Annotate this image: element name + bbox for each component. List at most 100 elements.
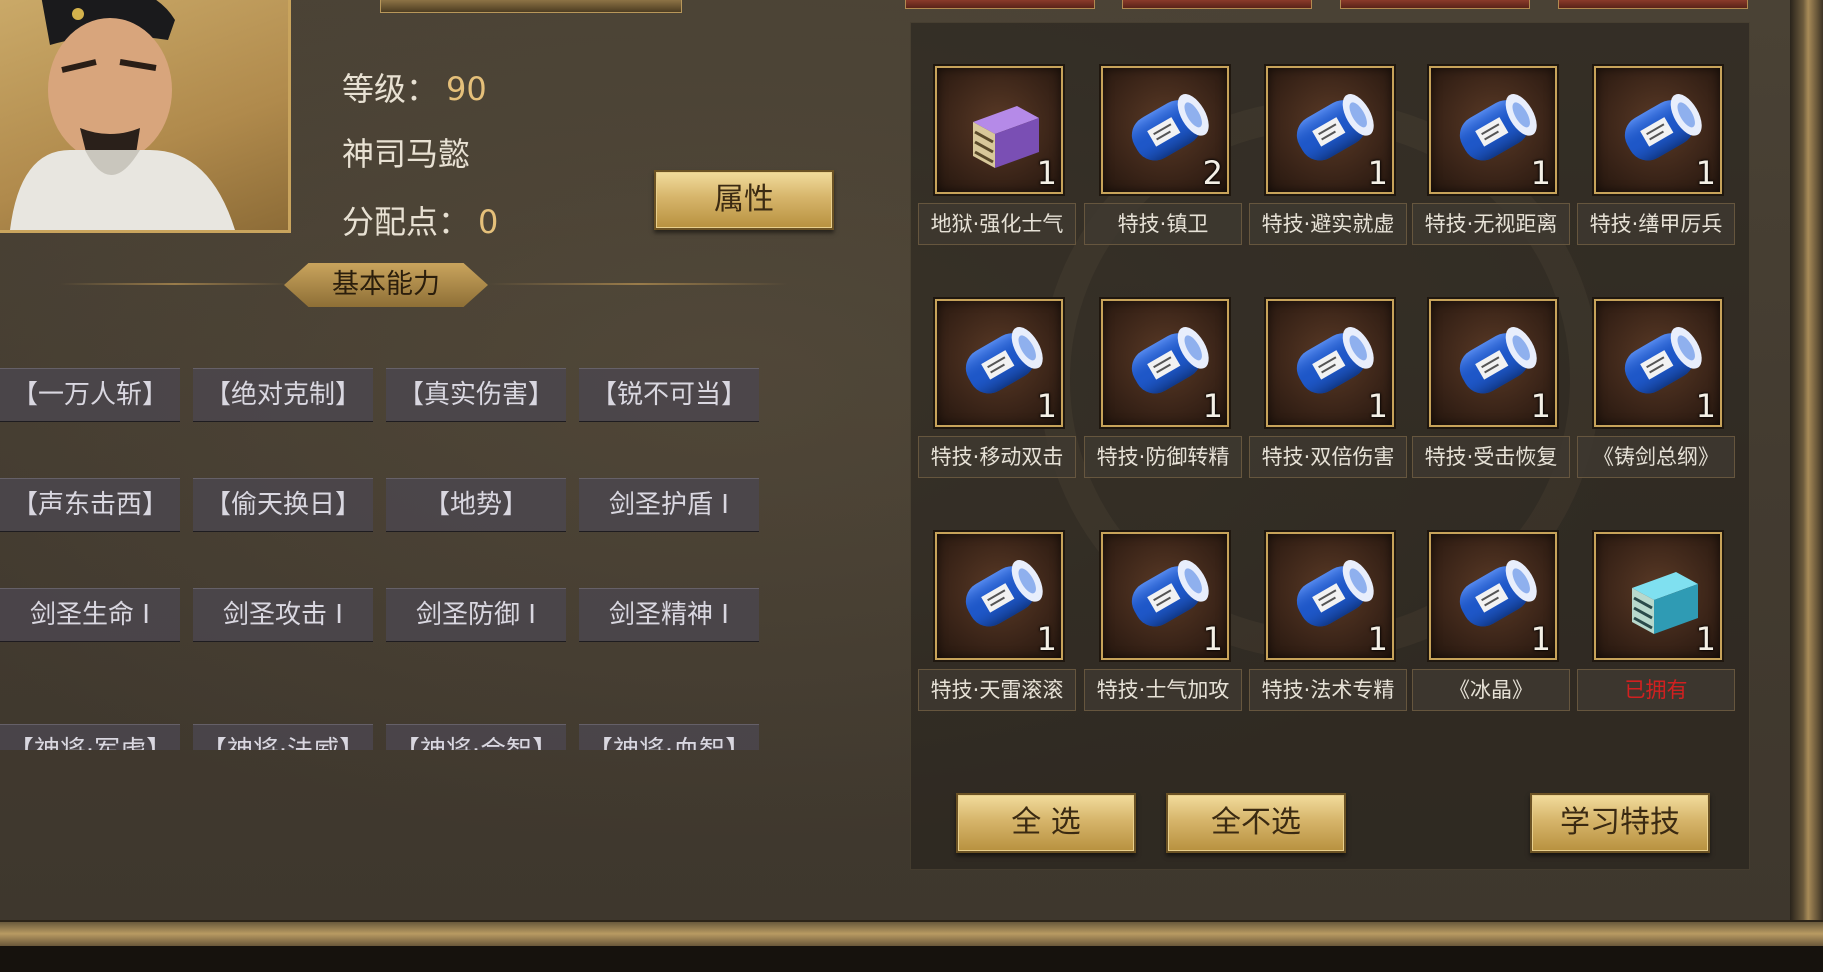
item-count: 1: [1202, 387, 1223, 425]
blue-scroll-icon: [1278, 78, 1382, 182]
cyan-book-icon: [1606, 544, 1710, 648]
right-frame: [1790, 0, 1823, 930]
deselect-all-button[interactable]: 全不选: [1166, 793, 1346, 853]
item-count: 1: [1036, 154, 1057, 192]
item-count: 1: [1530, 387, 1551, 425]
level-label: 等级：: [342, 70, 439, 108]
item-slot[interactable]: 1: [1101, 299, 1229, 427]
blue-scroll-icon: [1441, 544, 1545, 648]
item-slot[interactable]: 1: [1266, 299, 1394, 427]
item-slot[interactable]: 1: [935, 66, 1063, 194]
name-banner: [380, 0, 682, 13]
skill-tag[interactable]: 【神将·军虎】: [0, 724, 180, 750]
blue-scroll-icon: [1441, 78, 1545, 182]
item-count: 1: [1036, 620, 1057, 658]
tab-1[interactable]: [905, 0, 1095, 9]
owned-label: 已拥有: [1577, 669, 1735, 711]
item-slot[interactable]: 2: [1101, 66, 1229, 194]
item-slot[interactable]: 1: [1429, 299, 1557, 427]
points-stat: 分配点： 0: [342, 197, 498, 243]
item-slot[interactable]: 1: [1101, 532, 1229, 660]
item-label: 《铸剑总纲》: [1577, 436, 1735, 478]
hero-portrait: [0, 0, 291, 233]
blue-scroll-icon: [1606, 311, 1710, 415]
item-count: 2: [1202, 154, 1223, 192]
item-label: 特技·双倍伤害: [1249, 436, 1407, 478]
hero-name: 神司马懿: [342, 135, 471, 173]
attributes-button[interactable]: 属性: [654, 170, 834, 230]
purple-book-icon: [947, 78, 1051, 182]
tab-2[interactable]: [1122, 0, 1312, 9]
item-label: 特技·缮甲厉兵: [1577, 203, 1735, 245]
item-slot[interactable]: 1: [935, 532, 1063, 660]
blue-scroll-icon: [1113, 544, 1217, 648]
blue-scroll-icon: [1113, 78, 1217, 182]
item-count: 1: [1695, 387, 1716, 425]
bottom-frame: [0, 920, 1823, 948]
item-label: 地狱·强化士气: [918, 203, 1076, 245]
skill-tag[interactable]: 【声东击西】: [0, 478, 180, 532]
skill-tag[interactable]: 剑圣精神 I: [579, 588, 759, 642]
select-all-button[interactable]: 全 选: [956, 793, 1136, 853]
blue-scroll-icon: [1278, 311, 1382, 415]
item-slot[interactable]: 1: [1429, 66, 1557, 194]
item-slot[interactable]: 1: [1266, 66, 1394, 194]
item-slot[interactable]: 1: [1594, 532, 1722, 660]
blue-scroll-icon: [1113, 311, 1217, 415]
item-label: 特技·移动双击: [918, 436, 1076, 478]
skill-tag[interactable]: 【神将·法威】: [193, 724, 373, 750]
item-label: 特技·无视距离: [1412, 203, 1570, 245]
level-stat: 等级： 90: [342, 64, 487, 110]
item-count: 1: [1367, 620, 1388, 658]
skill-tag[interactable]: 【真实伤害】: [386, 368, 566, 422]
item-label: 《冰晶》: [1412, 669, 1570, 711]
item-label: 特技·避实就虚: [1249, 203, 1407, 245]
blue-scroll-icon: [1441, 311, 1545, 415]
item-label: 特技·法术专精: [1249, 669, 1407, 711]
skill-tag[interactable]: 【偷天换日】: [193, 478, 373, 532]
item-label: 特技·防御转精: [1084, 436, 1242, 478]
points-label: 分配点：: [342, 203, 471, 241]
item-count: 1: [1695, 620, 1716, 658]
item-count: 1: [1202, 620, 1223, 658]
blue-scroll-icon: [1278, 544, 1382, 648]
item-slot[interactable]: 1: [1429, 532, 1557, 660]
item-label: 特技·镇卫: [1084, 203, 1242, 245]
level-value: 90: [446, 70, 487, 108]
blue-scroll-icon: [1606, 78, 1710, 182]
skill-tag[interactable]: 剑圣护盾 I: [579, 478, 759, 532]
item-label: 特技·天雷滚滚: [918, 669, 1076, 711]
item-count: 1: [1036, 387, 1057, 425]
skill-tag[interactable]: 【地势】: [386, 478, 566, 532]
bottom-strip: [0, 946, 1823, 972]
skill-tag[interactable]: 【神将·血智】: [579, 724, 759, 750]
item-count: 1: [1367, 387, 1388, 425]
hero-portrait-art: [10, 0, 235, 230]
item-slot[interactable]: 1: [935, 299, 1063, 427]
skill-tag[interactable]: 剑圣生命 I: [0, 588, 180, 642]
item-count: 1: [1530, 154, 1551, 192]
section-divider-right: [488, 283, 788, 285]
tab-4[interactable]: [1558, 0, 1748, 9]
section-title: 基本能力: [284, 263, 488, 307]
item-count: 1: [1367, 154, 1388, 192]
blue-scroll-icon: [947, 311, 1051, 415]
skill-tag[interactable]: 剑圣攻击 I: [193, 588, 373, 642]
tab-3[interactable]: [1340, 0, 1530, 9]
learn-skill-button[interactable]: 学习特技: [1530, 793, 1710, 853]
skill-tag[interactable]: 【神将·会智】: [386, 724, 566, 750]
item-label: 特技·士气加攻: [1084, 669, 1242, 711]
item-slot[interactable]: 1: [1266, 532, 1394, 660]
skill-tag[interactable]: 【锐不可当】: [579, 368, 759, 422]
item-slot[interactable]: 1: [1594, 299, 1722, 427]
item-label: 特技·受击恢复: [1412, 436, 1570, 478]
item-slot[interactable]: 1: [1594, 66, 1722, 194]
skill-tag[interactable]: 【绝对克制】: [193, 368, 373, 422]
item-count: 1: [1695, 154, 1716, 192]
skill-tag[interactable]: 【一万人斩】: [0, 368, 180, 422]
points-value: 0: [478, 203, 499, 241]
section-divider-left: [60, 283, 290, 285]
skill-tag[interactable]: 剑圣防御 I: [386, 588, 566, 642]
item-count: 1: [1530, 620, 1551, 658]
blue-scroll-icon: [947, 544, 1051, 648]
